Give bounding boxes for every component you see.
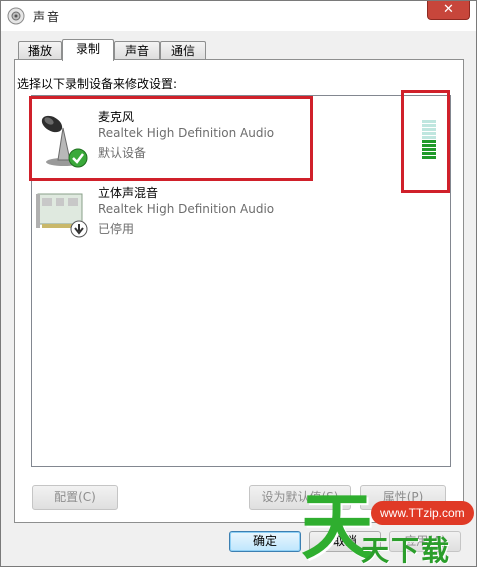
cancel-button[interactable]: 取消 [309,531,381,552]
highlight-box-device [29,96,313,181]
highlight-box-level-meter [401,90,450,193]
device-description: Realtek High Definition Audio [98,202,275,216]
set-default-button[interactable]: 设为默认值(S) [249,485,351,510]
instructions-label: 选择以下录制设备来修改设置: [17,77,178,91]
ok-button[interactable]: 确定 [229,531,301,552]
device-item-stereo-mix[interactable]: 立体声混音 Realtek High Definition Audio 已停用 [32,176,450,252]
tab-recording[interactable]: 录制 [62,39,114,61]
device-status: 已停用 [98,222,135,236]
tab-sounds[interactable]: 声音 [114,41,160,60]
close-icon: ✕ [443,2,454,17]
sound-dialog: 声音 ✕ 播放 录制 声音 通信 选择以下录制设备来修改设置: 麦克风 Real… [0,0,477,567]
tab-playback[interactable]: 播放 [18,41,62,60]
tab-communications[interactable]: 通信 [160,41,206,60]
close-button[interactable]: ✕ [427,1,470,20]
speaker-icon [7,7,25,25]
disabled-arrow-icon [70,220,88,238]
title-bar[interactable]: 声音 ✕ [1,1,476,31]
window-title: 声音 [33,10,62,24]
apply-button[interactable]: 应用(A) [389,531,461,552]
device-name: 立体声混音 [98,186,159,200]
configure-button[interactable]: 配置(C) [32,485,118,510]
properties-button[interactable]: 属性(P) [360,485,446,510]
